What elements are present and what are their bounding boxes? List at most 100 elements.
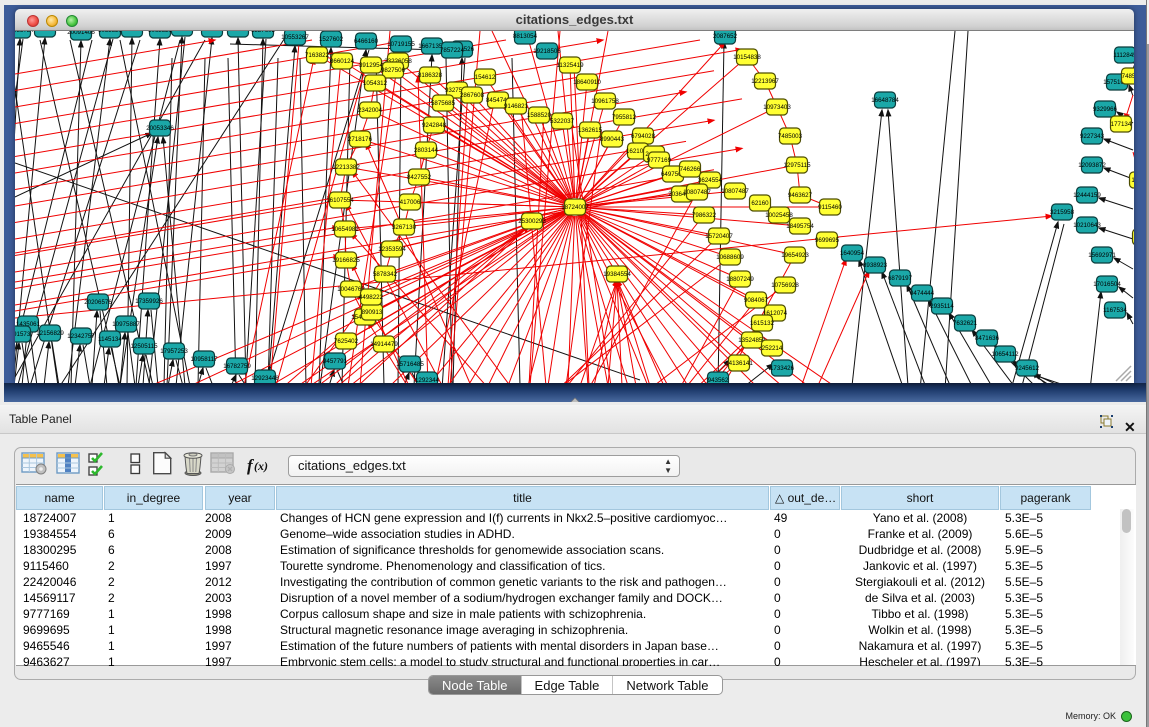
svg-text:4498222: 4498222 [359, 294, 384, 301]
svg-text:12444159: 12444159 [1073, 192, 1101, 199]
svg-text:14136141: 14136141 [725, 360, 753, 367]
svg-text:16648784: 16648784 [871, 97, 899, 104]
svg-text:19166825: 19166825 [332, 257, 360, 264]
svg-text:1527602: 1527602 [251, 31, 276, 34]
svg-text:18724007: 18724007 [561, 204, 589, 211]
svg-text:5878342: 5878342 [373, 271, 398, 278]
svg-text:19384554: 19384554 [603, 271, 631, 278]
svg-text:20091406: 20091406 [67, 31, 95, 36]
svg-text:10807487: 10807487 [683, 189, 711, 196]
svg-text:8471636: 8471636 [975, 335, 1000, 342]
svg-text:18640910: 18640910 [573, 79, 601, 86]
svg-text:19218506: 19218506 [533, 48, 561, 55]
svg-text:154612: 154612 [475, 74, 496, 81]
svg-text:6879197: 6879197 [888, 275, 913, 282]
svg-text:9242848: 9242848 [422, 122, 447, 129]
svg-text:10210643: 10210643 [1073, 222, 1101, 229]
svg-text:12342757: 12342757 [67, 333, 95, 340]
svg-text:17016504: 17016504 [1093, 281, 1121, 288]
svg-text:10154838: 10154838 [733, 54, 761, 61]
svg-text:252214: 252214 [762, 345, 783, 352]
svg-text:417006: 417006 [400, 199, 421, 206]
svg-text:9457791: 9457791 [323, 358, 348, 365]
svg-text:7955812: 7955812 [612, 114, 637, 121]
svg-text:12213382: 12213382 [332, 164, 360, 171]
svg-text:1063521: 1063521 [148, 31, 173, 34]
svg-text:9146821: 9146821 [504, 103, 529, 110]
svg-text:15720407: 15720407 [705, 233, 733, 240]
svg-text:15716485: 15716485 [396, 361, 424, 368]
svg-text:8427552: 8427552 [407, 174, 432, 181]
svg-text:12975115: 12975115 [783, 162, 811, 169]
svg-text:18495754: 18495754 [786, 223, 814, 230]
svg-text:1145134: 1145134 [98, 336, 122, 343]
svg-text:12093872: 12093872 [1078, 162, 1106, 169]
svg-text:746266: 746266 [680, 166, 701, 173]
svg-text:3912954: 3912954 [359, 62, 384, 69]
svg-text:9227343: 9227343 [1080, 133, 1105, 140]
svg-text:19654923: 19654923 [781, 252, 809, 259]
svg-text:16107554: 16107554 [326, 197, 354, 204]
svg-text:10975887: 10975887 [112, 321, 140, 328]
svg-text:20206576: 20206576 [84, 299, 112, 306]
svg-text:14055724: 14055724 [15, 31, 34, 34]
svg-text:10807487: 10807487 [721, 188, 749, 195]
svg-text:2803144: 2803144 [414, 147, 439, 154]
svg-text:9777169: 9777169 [647, 157, 672, 164]
svg-text:2718176: 2718176 [348, 136, 373, 143]
svg-text:11325419: 11325419 [556, 62, 584, 69]
svg-text:1588520: 1588520 [527, 112, 552, 119]
svg-text:10958117: 10958117 [190, 356, 218, 363]
svg-text:7632621: 7632621 [953, 320, 978, 327]
svg-text:1012705: 1012705 [200, 31, 225, 33]
svg-text:3267130: 3267130 [392, 224, 417, 231]
svg-text:3215958: 3215958 [1050, 209, 1075, 216]
svg-text:20053346: 20053346 [146, 125, 174, 132]
svg-text:9329966: 9329966 [1093, 106, 1118, 113]
svg-text:9245612: 9245612 [1015, 365, 1040, 372]
svg-text:10756928: 10756928 [771, 282, 799, 289]
svg-text:12353594: 12353594 [378, 246, 406, 253]
svg-text:2867608: 2867608 [460, 92, 485, 99]
svg-text:12213967: 12213967 [751, 78, 779, 85]
svg-text:8813054: 8813054 [513, 33, 538, 40]
svg-text:1362615: 1362615 [578, 127, 603, 134]
svg-text:8938923: 8938923 [863, 262, 888, 269]
svg-text:391573: 391573 [15, 331, 31, 338]
svg-text:905512: 905512 [172, 31, 193, 32]
svg-text:10654112: 10654112 [991, 351, 1019, 358]
svg-text:10553267: 10553267 [281, 34, 309, 41]
svg-text:18807249: 18807249 [726, 276, 754, 283]
svg-text:10973403: 10973403 [763, 104, 791, 111]
svg-text:2087652: 2087652 [713, 33, 738, 40]
svg-text:7485003: 7485003 [778, 133, 803, 140]
svg-text:177134: 177134 [1111, 121, 1132, 128]
svg-text:1527602: 1527602 [319, 36, 344, 43]
svg-text:3624554: 3624554 [698, 177, 723, 184]
svg-text:8660124: 8660124 [330, 58, 355, 65]
svg-text:2935114: 2935114 [930, 303, 954, 310]
svg-text:1615132: 1615132 [750, 320, 775, 327]
svg-text:7163822: 7163822 [305, 52, 330, 59]
svg-text:1733426: 1733426 [770, 365, 795, 372]
svg-text:755124: 755124 [122, 31, 143, 33]
svg-text:10654982: 10654982 [331, 226, 359, 233]
svg-text:1112845: 1112845 [1113, 52, 1134, 59]
svg-text:1054312: 1054312 [363, 80, 388, 87]
svg-text:12156829: 12156829 [36, 330, 64, 337]
svg-text:7986322: 7986322 [692, 212, 717, 219]
svg-text:6466160: 6466160 [354, 38, 379, 45]
svg-text:9084067: 9084067 [744, 297, 769, 304]
svg-text:9463627: 9463627 [788, 192, 813, 199]
svg-text:890913: 890913 [362, 309, 383, 316]
svg-text:12505115: 12505115 [130, 343, 158, 350]
svg-text:15692971: 15692971 [1088, 252, 1116, 259]
svg-text:9115460: 9115460 [818, 204, 842, 211]
svg-text:16782759: 16782759 [223, 363, 251, 370]
svg-text:62160: 62160 [751, 200, 769, 207]
svg-text:14914479: 14914479 [370, 341, 398, 348]
svg-text:10688609: 10688609 [716, 254, 744, 261]
svg-text:1055326: 1055326 [98, 31, 123, 34]
svg-text:9827506: 9827506 [381, 67, 406, 74]
svg-text:1167534: 1167534 [1103, 307, 1127, 314]
